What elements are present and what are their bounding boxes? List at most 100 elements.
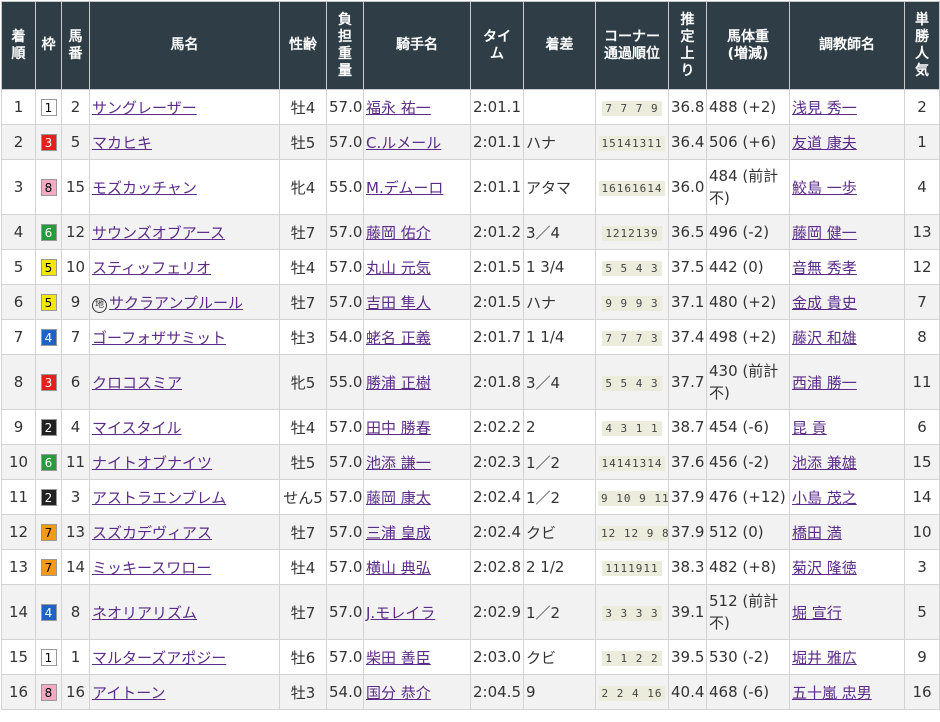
weight-carried: 57.0 — [326, 584, 364, 640]
trainer-link[interactable]: 鮫島 一歩 — [792, 179, 857, 197]
horse-name-link[interactable]: サウンズオブアース — [92, 224, 225, 242]
jockey-cell: 吉田 隼人 — [363, 284, 471, 320]
trainer-link[interactable]: 堀 宣行 — [792, 604, 842, 622]
horse-name-link[interactable]: アストラエンブレム — [92, 489, 226, 507]
corner-positions: 7 7 7 9 — [602, 101, 662, 116]
jockey-link[interactable]: 藤岡 康太 — [366, 489, 431, 507]
waku-cell: 8 — [35, 674, 62, 710]
horse-number: 9 — [61, 284, 90, 320]
jockey-cell: 藤岡 康太 — [363, 479, 471, 515]
corner-positions-cell: 1 1 2 2 — [595, 639, 669, 675]
horse-name-link[interactable]: スティッフェリオ — [92, 259, 211, 277]
corner-positions-cell: 2 2 4 16 — [595, 674, 669, 710]
trainer-link[interactable]: 西浦 勝一 — [792, 374, 857, 392]
last-3f: 36.0 — [668, 159, 707, 215]
trainer-link[interactable]: 五十嵐 忠男 — [792, 684, 872, 702]
finish-time: 2:01.1 — [470, 159, 524, 215]
horse-number: 10 — [61, 249, 90, 285]
jockey-link[interactable]: 丸山 元気 — [366, 259, 431, 277]
jockey-link[interactable]: 藤岡 佑介 — [366, 224, 431, 242]
jockey-link[interactable]: 田中 勝春 — [366, 419, 431, 437]
jockey-link[interactable]: 国分 恭介 — [366, 684, 431, 702]
trainer-cell: 五十嵐 忠男 — [789, 674, 905, 710]
trainer-link[interactable]: 藤岡 健一 — [792, 224, 857, 242]
horse-name-link[interactable]: ナイトオブナイツ — [92, 454, 212, 472]
body-weight: 484 (前計不) — [706, 159, 790, 215]
trainer-link[interactable]: 浅見 秀一 — [792, 99, 857, 117]
jockey-link[interactable]: 勝浦 正樹 — [366, 374, 431, 392]
sex-age: 牡6 — [279, 639, 327, 675]
horse-name-link[interactable]: スズカデヴィアス — [92, 524, 212, 542]
trainer-cell: 藤岡 健一 — [789, 214, 905, 250]
corner-positions-cell: 3 3 3 3 — [595, 584, 669, 640]
sex-age: 牡7 — [279, 214, 327, 250]
last-3f: 36.4 — [668, 124, 707, 160]
horse-name-link[interactable]: ミッキースワロー — [92, 559, 211, 577]
jockey-link[interactable]: 福永 祐一 — [366, 99, 431, 117]
jockey-link[interactable]: 三浦 皇成 — [366, 524, 431, 542]
header-time: タイム — [470, 1, 524, 90]
popularity: 7 — [904, 284, 940, 320]
trainer-link[interactable]: 音無 秀孝 — [792, 259, 857, 277]
horse-name-link[interactable]: サングレーザー — [92, 99, 197, 117]
header-margin: 着差 — [523, 1, 596, 90]
jockey-link[interactable]: 池添 謙一 — [366, 454, 431, 472]
horse-number: 15 — [61, 159, 90, 215]
horse-name-link[interactable]: ネオリアリズム — [92, 604, 197, 622]
horse-name-link[interactable]: ゴーフォザサミット — [92, 329, 226, 347]
horse-name-link[interactable]: マカヒキ — [92, 134, 152, 152]
jockey-link[interactable]: 柴田 善臣 — [366, 649, 431, 667]
body-weight: 456 (-2) — [706, 444, 790, 480]
horse-name-link[interactable]: マルターズアポジー — [92, 649, 226, 667]
finish-rank: 6 — [1, 284, 36, 320]
waku-badge: 8 — [40, 684, 57, 701]
jockey-link[interactable]: 吉田 隼人 — [366, 294, 431, 312]
horse-name-link[interactable]: マイスタイル — [92, 419, 182, 437]
corner-positions: 5 5 4 3 — [602, 376, 662, 391]
jockey-link[interactable]: M.デムーロ — [366, 179, 443, 197]
header-horse-number: 馬番 — [61, 1, 90, 90]
body-weight: 498 (+2) — [706, 319, 790, 355]
jockey-link[interactable]: C.ルメール — [366, 134, 441, 152]
trainer-link[interactable]: 橋田 満 — [792, 524, 842, 542]
trainer-link[interactable]: 堀井 雅広 — [792, 649, 857, 667]
jockey-cell: 池添 謙一 — [363, 444, 471, 480]
trainer-link[interactable]: 池添 兼雄 — [792, 454, 857, 472]
waku-badge: 2 — [40, 419, 57, 436]
jockey-link[interactable]: 横山 典弘 — [366, 559, 431, 577]
finish-rank: 7 — [1, 319, 36, 355]
jockey-link[interactable]: J.モレイラ — [366, 604, 435, 622]
trainer-link[interactable]: 小島 茂之 — [792, 489, 857, 507]
trainer-link[interactable]: 友道 康夫 — [792, 134, 857, 152]
margin: 1／2 — [523, 584, 596, 640]
trainer-link[interactable]: 金成 貴史 — [792, 294, 857, 312]
horse-name-link[interactable]: サクラアンプルール — [109, 294, 243, 312]
trainer-cell: 堀 宣行 — [789, 584, 905, 640]
popularity: 3 — [904, 549, 940, 585]
horse-name-link[interactable]: クロコスミア — [92, 374, 182, 392]
sex-age: 牡7 — [279, 584, 327, 640]
sex-age: 牝4 — [279, 159, 327, 215]
waku-cell: 1 — [35, 639, 62, 675]
finish-time: 2:04.5 — [470, 674, 524, 710]
trainer-link[interactable]: 菊沢 隆徳 — [792, 559, 857, 577]
corner-positions-cell: 5 5 4 3 — [595, 354, 669, 410]
jockey-cell: J.モレイラ — [363, 584, 471, 640]
waku-badge: 7 — [40, 524, 57, 541]
local-horse-icon: 地 — [92, 297, 107, 313]
horse-name-cell: ネオリアリズム — [89, 584, 280, 640]
last-3f: 36.5 — [668, 214, 707, 250]
jockey-cell: M.デムーロ — [363, 159, 471, 215]
trainer-link[interactable]: 昆 貢 — [792, 419, 827, 437]
horse-number: 2 — [61, 89, 90, 125]
horse-name-link[interactable]: アイトーン — [92, 684, 166, 702]
horse-name-link[interactable]: モズカッチャン — [92, 179, 197, 197]
trainer-cell: 菊沢 隆徳 — [789, 549, 905, 585]
margin: 1／2 — [523, 479, 596, 515]
waku-cell: 4 — [35, 319, 62, 355]
trainer-link[interactable]: 藤沢 和雄 — [792, 329, 857, 347]
finish-rank: 12 — [1, 514, 36, 550]
horse-number: 6 — [61, 354, 90, 410]
corner-positions-cell: 4 3 1 1 — [595, 409, 669, 445]
jockey-link[interactable]: 蛯名 正義 — [366, 329, 431, 347]
